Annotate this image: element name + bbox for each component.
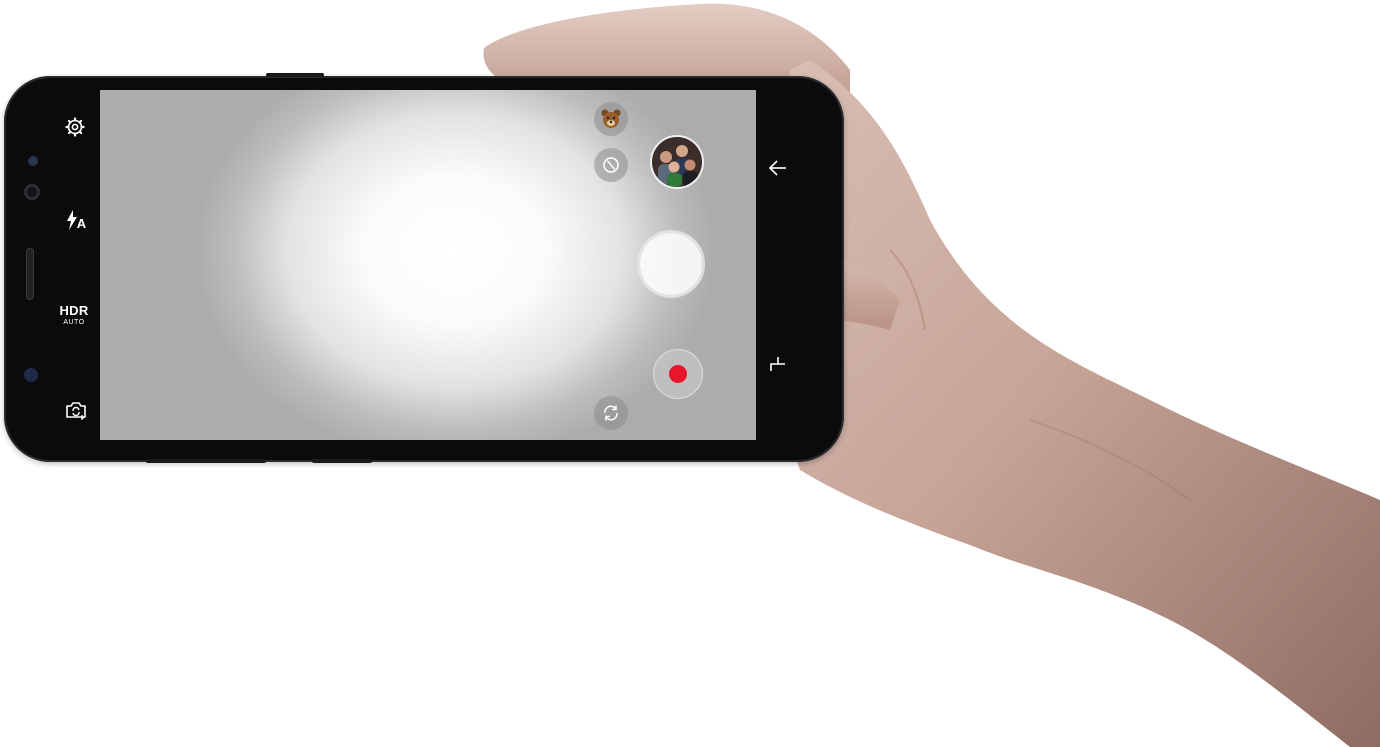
front-camera <box>24 184 40 200</box>
shutter-button[interactable] <box>640 233 702 295</box>
camera-switch-icon <box>66 402 86 420</box>
recents-icon <box>770 357 785 371</box>
volume-button <box>146 459 266 463</box>
gear-icon <box>65 117 85 137</box>
switch-camera-button[interactable] <box>62 396 90 424</box>
proximity-sensor <box>28 156 38 166</box>
earpiece-speaker <box>26 248 34 300</box>
recents-button[interactable] <box>768 354 788 379</box>
bixby-button <box>312 459 372 463</box>
gallery-thumbnail[interactable] <box>652 137 702 187</box>
settings-button[interactable] <box>62 114 88 140</box>
record-button[interactable] <box>653 349 703 399</box>
rotate-button[interactable] <box>594 396 628 430</box>
iris-scanner <box>24 368 38 382</box>
group-photo-thumbnail <box>652 137 702 187</box>
camera-viewfinder[interactable] <box>100 90 756 440</box>
flash-mode-label: A <box>76 215 87 231</box>
record-dot <box>669 365 687 383</box>
filter-icon <box>603 157 619 173</box>
power-button <box>266 73 324 77</box>
hdr-mode-label: AUTO <box>63 319 85 326</box>
hdr-label: HDR <box>59 303 89 318</box>
stickers-button[interactable] <box>594 102 628 136</box>
rotate-icon <box>604 405 618 421</box>
back-arrow-icon <box>768 160 786 176</box>
hdr-button[interactable]: HDR AUTO <box>56 302 92 328</box>
filter-button[interactable] <box>594 148 628 182</box>
bear-sticker-icon <box>601 109 621 128</box>
navigation-bar <box>756 90 816 440</box>
back-button[interactable] <box>768 158 788 183</box>
flash-button[interactable]: A <box>62 206 90 234</box>
